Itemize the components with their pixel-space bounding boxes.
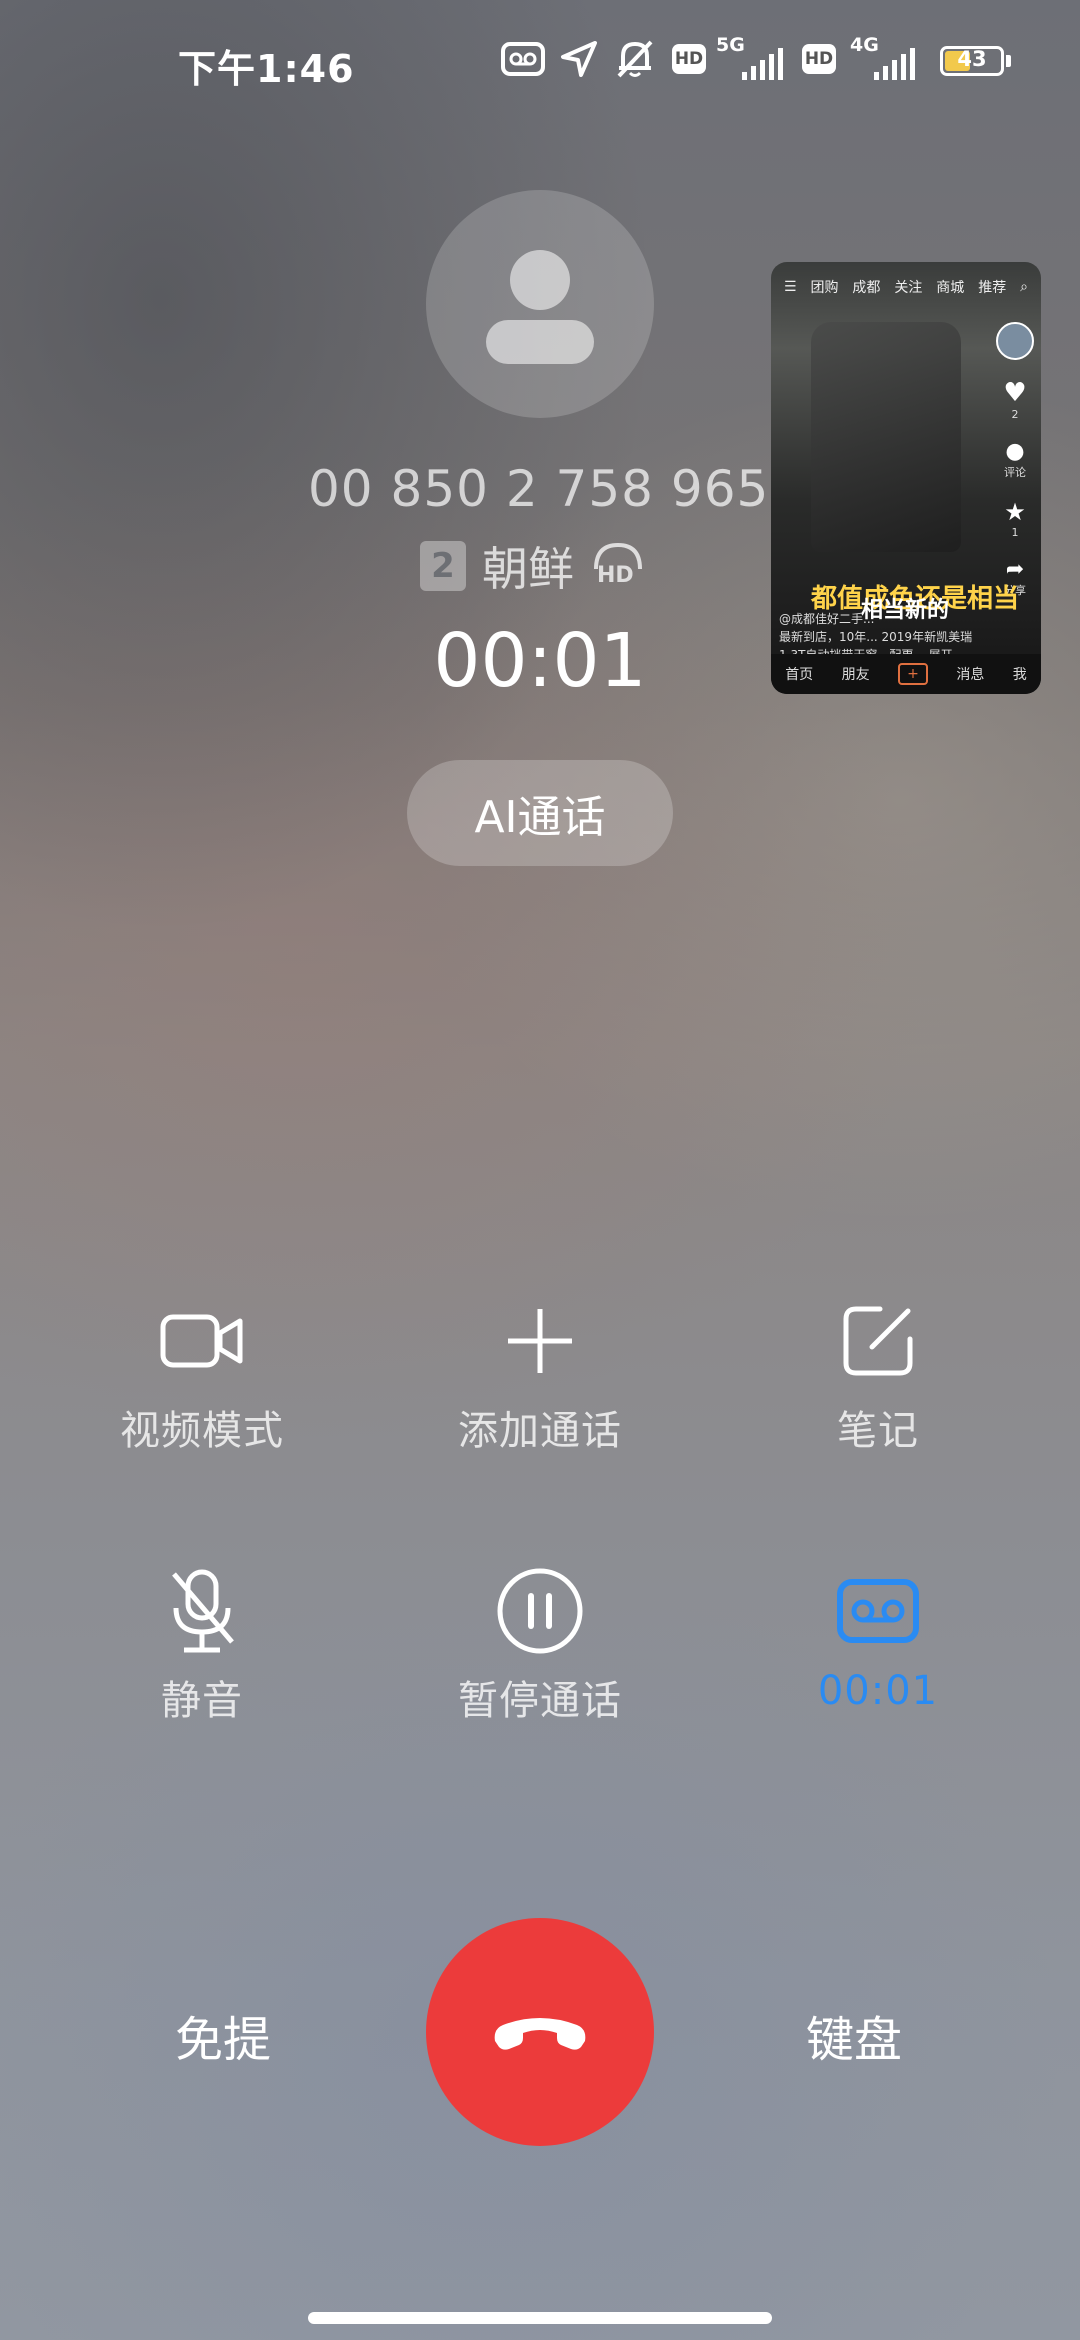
sim-slot-badge: 2: [420, 541, 466, 591]
comment-icon: ●: [1005, 439, 1025, 464]
hold-call-label: 暂停通话: [458, 1678, 622, 1724]
record-button[interactable]: 00:01: [728, 1566, 1028, 1714]
plus-icon: [495, 1296, 585, 1386]
author-avatar: [996, 322, 1034, 360]
floating-video-window[interactable]: ☰ 团购 成都 关注 商城 推荐 ⌕ ♥ 2 ● 评论 ★ 1 ➦ 分享 都值成…: [771, 262, 1041, 694]
pip-nav-item: 消息: [956, 667, 985, 683]
network-type-sim1: 5G: [716, 34, 745, 56]
hd-voice-label: HD: [597, 563, 634, 588]
pip-tab: 推荐: [978, 280, 1007, 296]
mute-label: 静音: [161, 1678, 243, 1724]
ai-call-button[interactable]: AI通话: [407, 760, 673, 866]
hang-up-icon: [494, 2018, 586, 2050]
status-time: 下午1:46: [178, 47, 355, 91]
menu-icon: ☰: [783, 279, 797, 295]
pip-tab: 关注: [894, 280, 923, 296]
pip-nav-item: 朋友: [841, 667, 870, 683]
video-frame: [811, 322, 961, 552]
voicemail-icon: [500, 36, 546, 82]
pip-nav-item: 首页: [785, 667, 814, 683]
video-author: @成都佳好二手...: [779, 612, 875, 626]
battery-tip: [1006, 55, 1011, 67]
location-icon: [556, 36, 602, 82]
pip-tab: 团购: [810, 280, 839, 296]
pip-bottom-nav: 首页 朋友 + 消息 我: [771, 654, 1041, 694]
star-icon: ★: [1004, 498, 1026, 526]
person-icon: [486, 250, 594, 364]
hd-voice-icon: HD: [590, 541, 646, 591]
pip-nav-plus: +: [897, 663, 928, 685]
caller-region: 朝鲜: [482, 542, 574, 596]
hold-call-button[interactable]: 暂停通话: [390, 1566, 690, 1726]
video-mode-button[interactable]: 视频模式: [52, 1296, 352, 1456]
battery-icon: 43: [940, 46, 1004, 76]
add-call-label: 添加通话: [458, 1408, 622, 1454]
home-indicator[interactable]: [308, 2312, 772, 2324]
note-icon: [833, 1296, 923, 1386]
comment-label: 评论: [1004, 466, 1026, 479]
signal-icon: [742, 44, 783, 80]
bell-off-icon: [612, 36, 658, 82]
record-timer: 00:01: [817, 1668, 939, 1714]
caller-info: 2 朝鲜 HD: [420, 536, 646, 596]
record-icon: [833, 1566, 923, 1656]
hd-icon: HD: [802, 44, 836, 74]
contact-avatar: [426, 190, 654, 418]
pause-icon: [495, 1566, 585, 1656]
add-call-button[interactable]: 添加通话: [390, 1296, 690, 1456]
pip-nav-item: 我: [1012, 667, 1027, 683]
hd-icon: HD: [672, 44, 706, 74]
video-icon: [157, 1296, 247, 1386]
end-call-button[interactable]: [426, 1918, 654, 2146]
pip-side-actions: ♥ 2 ● 评论 ★ 1 ➦ 分享: [995, 322, 1035, 598]
mute-button[interactable]: 静音: [52, 1566, 352, 1726]
like-count: 2: [1011, 408, 1019, 421]
heart-icon: ♥: [1003, 378, 1027, 408]
keypad-button[interactable]: 键盘: [806, 2000, 902, 2070]
mute-mic-icon: [157, 1566, 247, 1656]
battery-level: 43: [957, 47, 987, 71]
pip-tab: 成都: [852, 280, 881, 296]
star-count: 1: [1011, 526, 1019, 539]
pip-top-tabs: ☰ 团购 成都 关注 商城 推荐 ⌕: [771, 272, 1041, 302]
notes-label: 笔记: [837, 1408, 919, 1454]
search-icon: ⌕: [1020, 279, 1028, 295]
video-desc-line1: 最新到店，10年... 2019年新凯美瑞: [779, 630, 973, 644]
pip-tab: 商城: [936, 280, 965, 296]
notes-button[interactable]: 笔记: [728, 1296, 1028, 1456]
video-mode-label: 视频模式: [120, 1408, 284, 1454]
speaker-button[interactable]: 免提: [175, 2000, 271, 2070]
signal-icon: [874, 44, 915, 80]
